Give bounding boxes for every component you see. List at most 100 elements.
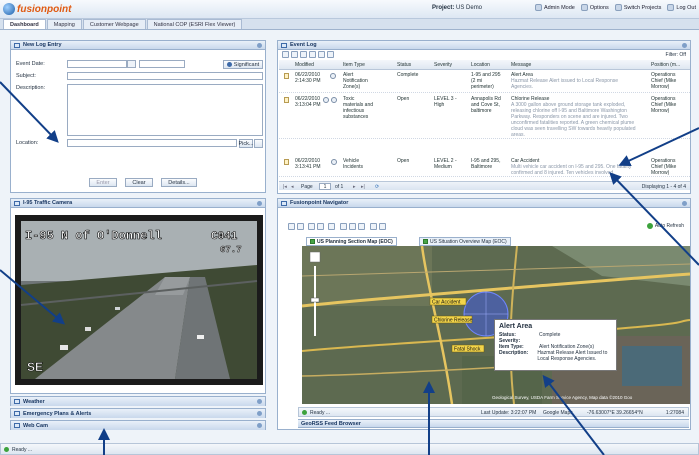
col-position[interactable]: Position (m... [651,62,680,68]
camera-overlay-direction: SE [27,360,43,374]
camera-overlay-code: C041 [211,231,238,243]
edit-event-icon[interactable] [291,51,298,58]
description-label: Description: [16,85,46,91]
table-row[interactable]: 06/22/2010 3:13:04 PM Toxic materials an… [279,95,690,139]
map-label-car-accident[interactable]: Car Accident [432,300,461,306]
info-icon [331,159,337,165]
col-location[interactable]: Location [471,62,490,68]
admin-icon [534,4,542,11]
calendar-button[interactable] [127,60,136,68]
map-tab-planning[interactable]: US Planning Section Map (EOC) [306,237,397,246]
traffic-camera-panel: I-95 Traffic Camera I-95 N of O'Donnell … [10,198,266,394]
identify-icon[interactable] [340,223,347,230]
collapse-icon[interactable] [257,43,262,48]
map-tab-situation[interactable]: US Situation Overview Map (EOC) [419,237,511,246]
tab-dashboard[interactable]: Dashboard [3,19,46,29]
app-status-bar: Ready ... [0,443,699,455]
settings-icon[interactable] [370,223,377,230]
popup-title: Alert Area [499,323,533,330]
panel-title: Web Cam [23,422,48,429]
panel-header: I-95 Traffic Camera [11,199,265,208]
description-textarea[interactable] [67,84,263,136]
panel-title: Weather [23,398,45,405]
map-label-chlorine-release[interactable]: Chlorine Release [434,318,473,324]
tab-customer-webpage[interactable]: Customer Webpage [82,19,146,29]
table-row[interactable]: 06/22/2010 3:13:41 PM Vehicle Incidents … [279,157,690,177]
expand-icon[interactable] [257,423,262,428]
help-icon [226,62,232,67]
emergency-plans-panel[interactable]: Emergency Plans & Alerts [10,408,266,418]
collapse-icon[interactable] [257,201,262,206]
info-icon [331,97,337,103]
delete-event-icon[interactable] [300,51,307,58]
event-log-panel: Event Log Filter: Off Modified Item Type… [277,40,691,194]
pick-button[interactable]: Pick... [239,139,254,148]
georss-feed-browser[interactable]: GeoRSS Feed Browser [298,419,689,428]
refresh-icon[interactable]: ⟳ [375,184,379,190]
panel-icon [281,42,287,48]
collapse-icon[interactable] [682,43,687,48]
measure-icon[interactable] [349,223,356,230]
last-page-icon[interactable]: ▸| [361,184,365,190]
col-message[interactable]: Message [511,62,531,68]
significant-checkbox[interactable]: Significant [223,60,263,69]
event-date-input[interactable] [67,60,127,68]
page-number-input[interactable]: 1 [319,183,331,190]
admin-mode-link[interactable]: Admin Mode [534,4,575,11]
panel-header: Event Log [278,41,690,50]
scale-readout: 1:27084 [665,410,684,416]
first-page-icon[interactable]: |◂ [283,184,287,190]
prev-page-icon[interactable]: ◂ [291,184,294,190]
new-event-icon[interactable] [282,51,289,58]
next-page-icon[interactable]: ▸ [353,184,356,190]
col-modified[interactable]: Modified [295,62,314,68]
expand-icon[interactable] [257,411,262,416]
panel-header: Fusionpoint Navigator [278,199,690,208]
panel-title: I-95 Traffic Camera [23,200,73,206]
tab-national-cop[interactable]: National COP (ESRI Flex Viewer) [146,19,243,29]
options-link[interactable]: Options [580,4,609,11]
alert-area-popup[interactable]: Alert Area Status: Complete Severity: Ite… [494,319,617,371]
switch-projects-link[interactable]: Switch Projects [614,4,661,11]
help-icon[interactable] [379,223,386,230]
map-attribution: Geological Survey, USDA Farm Service Age… [492,394,633,400]
enter-button[interactable]: Enter [89,178,117,187]
document-icon [284,73,289,79]
export-icon[interactable] [318,51,325,58]
map-provider[interactable]: Google Maps [543,410,573,416]
attach-icon[interactable] [309,51,316,58]
pan-tool-icon[interactable] [297,223,304,230]
panel-title: New Log Entry [23,42,62,48]
top-links: Admin Mode Options Switch Projects Log O… [534,4,696,11]
zoom-in-tool-icon[interactable] [288,223,295,230]
col-severity[interactable]: Severity [434,62,452,68]
map-label-fatal-shock[interactable]: Fatal Shock [454,347,481,353]
log-out-link[interactable]: Log Out [667,4,696,11]
auto-refresh-toggle[interactable]: Auto Refresh [646,223,684,229]
details-button[interactable]: Details... [161,178,197,187]
filter-toggle[interactable]: Filter: Off [666,52,686,58]
col-status[interactable]: Status [397,62,411,68]
web-cam-panel[interactable]: Web Cam [10,420,266,430]
event-time-select[interactable] [139,60,185,68]
back-icon[interactable] [308,223,315,230]
pager-display: Displaying 1 - 4 of 4 [641,184,686,190]
col-item-type[interactable]: Item Type [343,62,365,68]
expand-icon[interactable] [257,399,262,404]
subject-input[interactable] [67,72,263,80]
location-clear-button[interactable] [254,139,263,148]
forward-icon[interactable] [317,223,324,230]
panel-title: Event Log [290,42,317,48]
table-row[interactable]: 06/22/2010 2:14:30 PM Alert Notification… [279,71,690,93]
grid-pager: |◂ ◂ Page 1 of 1 ▸ ▸| ⟳ Displaying 1 - 4… [279,181,690,190]
tab-mapping[interactable]: Mapping [46,19,82,29]
draw-icon[interactable] [358,223,365,230]
layers-icon[interactable] [328,223,335,230]
print-icon[interactable] [327,51,334,58]
panel-title: Emergency Plans & Alerts [23,410,92,417]
location-input[interactable] [67,139,237,147]
collapse-icon[interactable] [682,201,687,206]
panel-icon [14,42,20,48]
clear-button[interactable]: Clear [125,178,153,187]
weather-panel[interactable]: Weather [10,396,266,406]
